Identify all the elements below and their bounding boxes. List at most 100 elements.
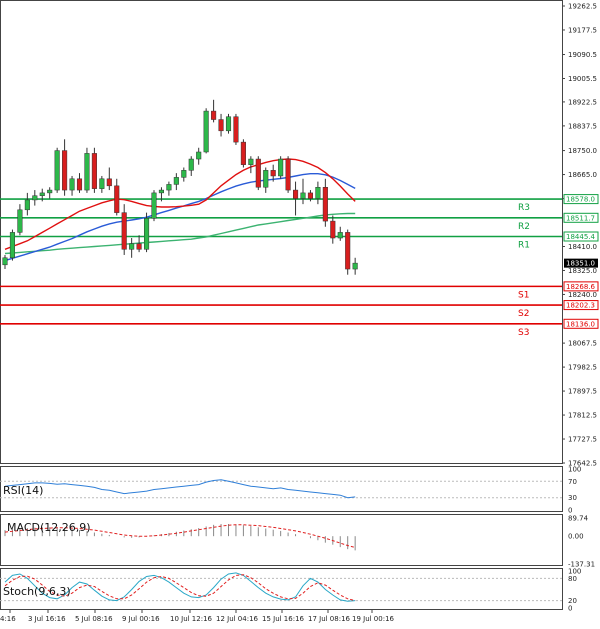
candle-body-up — [158, 189, 164, 194]
macd-label: MACD(12,26,9) — [7, 521, 91, 534]
candle — [345, 229, 351, 275]
candle-body-up — [84, 153, 90, 191]
candle-body-up — [24, 199, 30, 211]
candle-body-up — [337, 232, 343, 239]
time-tick-label: 17 Jul 08:16 — [308, 615, 351, 623]
rsi-line — [4, 479, 356, 499]
price-tick-label: 18665.0 — [568, 171, 597, 179]
candle — [69, 175, 75, 196]
stoch-pane-border — [0, 568, 563, 610]
level-box-value: 18578.0 — [566, 196, 595, 204]
rsi-pane: 100 70 30 0 — [0, 466, 581, 515]
candle — [263, 167, 269, 193]
candle-body-up — [32, 195, 38, 201]
candle — [121, 204, 127, 255]
level-box-value: 18511.7 — [566, 214, 595, 222]
candle-body-down — [285, 158, 291, 191]
price-tick-label: 18067.5 — [568, 340, 597, 348]
pivot-levels: R3 R2 R1 S1 S2 S3 — [0, 198, 562, 338]
candle — [218, 113, 224, 137]
candle-body-up — [69, 178, 75, 191]
price-tick-label: 18750.0 — [568, 147, 597, 155]
candle — [278, 156, 284, 179]
candle-body-up — [166, 184, 172, 191]
candle — [173, 173, 179, 191]
price-tick-label: 17897.5 — [568, 388, 597, 396]
candle-body-up — [188, 158, 194, 171]
rsi-tick-label: 30 — [568, 494, 577, 502]
candle-body-up — [315, 186, 321, 199]
candle-body-up — [129, 243, 135, 250]
time-tick-label: 3 Jul 16:16 — [28, 615, 66, 623]
level-box-value: 18445.4 — [566, 233, 595, 241]
time-tick-label: 10 Jul 12:16 — [170, 615, 213, 623]
candle — [24, 192, 30, 216]
candle — [32, 190, 38, 206]
candle — [17, 204, 23, 236]
price-tick-label: 18922.5 — [568, 98, 597, 106]
rsi-label: RSI(14) — [3, 484, 43, 497]
candle-body-up — [278, 158, 284, 177]
level-name-r3: R3 — [518, 203, 530, 213]
candle — [166, 181, 172, 196]
candle-body-up — [173, 177, 179, 185]
stoch-pane: 10080200 — [0, 568, 581, 613]
time-axis: 4:16 3 Jul 16:16 5 Jul 08:16 9 Jul 00:16 10 … — [0, 610, 395, 623]
candle-body-down — [91, 153, 97, 189]
candle — [151, 190, 157, 222]
candle — [188, 156, 194, 176]
current-price-value: 18351.0 — [566, 260, 595, 268]
rsi-tick-label: 70 — [568, 478, 577, 486]
candle — [196, 147, 202, 165]
candle-body-down — [293, 189, 299, 199]
candle-body-down — [211, 110, 217, 120]
level-price-boxes: 18578.0 18511.7 18445.4 18268.6 18202.3 18136… — [563, 194, 599, 329]
candles — [2, 99, 358, 275]
candle-body-down — [62, 150, 68, 191]
candle — [322, 178, 328, 227]
candle-body-up — [151, 192, 157, 219]
candle-body-down — [121, 212, 127, 250]
candle — [352, 257, 358, 275]
candle-body-down — [330, 220, 336, 239]
price-tick-label: 19177.5 — [568, 26, 597, 34]
candle-body-down — [218, 119, 224, 132]
time-tick-label: 15 Jul 16:16 — [262, 615, 305, 623]
candle-body-down — [106, 178, 112, 187]
candle-body-up — [39, 192, 45, 196]
candle-body-up — [99, 178, 105, 189]
candle-body-up — [181, 170, 187, 178]
level-name-s3: S3 — [518, 328, 529, 338]
price-tick-label: 19005.5 — [568, 75, 597, 83]
candle-body-down — [114, 185, 120, 213]
stoch-tick-label: 0 — [568, 605, 572, 613]
candle — [2, 254, 8, 270]
price-tick-label: 18325.0 — [568, 267, 597, 275]
level-name-s2: S2 — [518, 309, 529, 319]
candle-body-up — [300, 192, 306, 199]
price-tick-label: 18240.0 — [568, 291, 597, 299]
candle-body-down — [233, 116, 239, 143]
candle — [211, 99, 217, 123]
time-tick-label: 4:16 — [0, 615, 16, 623]
candle — [114, 178, 120, 216]
macd-tick-label: 89.74 — [568, 515, 589, 523]
level-box-value: 18268.6 — [566, 283, 595, 291]
candle — [233, 113, 239, 145]
candle — [315, 181, 321, 205]
candle — [285, 156, 291, 193]
level-box-value: 18136.0 — [566, 320, 595, 328]
rsi-pane-border — [0, 466, 563, 512]
candle — [62, 139, 68, 196]
candle — [9, 229, 15, 261]
candle-body-up — [352, 262, 358, 270]
candle-body-up — [17, 209, 23, 233]
candle — [337, 226, 343, 241]
candle-body-down — [322, 186, 328, 222]
time-tick-label: 12 Jul 04:16 — [216, 615, 259, 623]
candle — [76, 173, 83, 193]
candle — [129, 238, 135, 258]
ma-green-line — [4, 212, 356, 255]
candle — [248, 156, 254, 174]
main-pane-border — [0, 0, 563, 464]
